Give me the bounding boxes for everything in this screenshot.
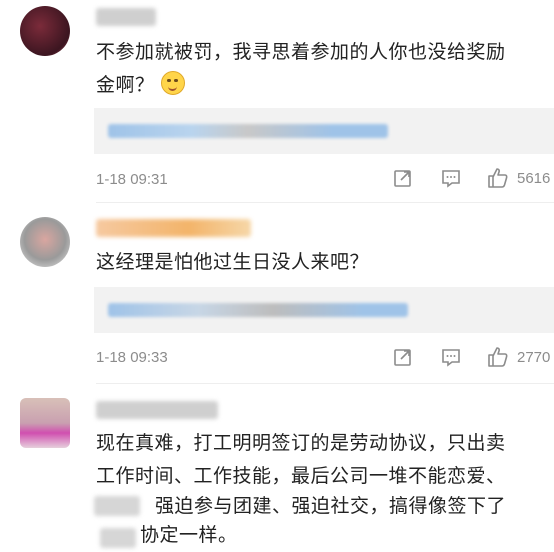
reply-preview[interactable] [94,287,554,333]
comment-text-line-4: 协定一样。 [140,525,238,546]
obscured-segment [100,528,136,548]
like-count: 2770 [517,348,551,366]
reply-preview[interactable] [94,108,554,154]
avatar[interactable] [20,217,70,267]
comment-text-line-1: 现在真难，打工明明签订的是劳动协议，只出卖 [96,433,506,454]
thumbs-up-icon [488,168,508,188]
comment-text: 不参加就被罚，我寻思着参加的人你也没给奖励 金啊？ [96,36,544,102]
username[interactable] [96,219,251,237]
reply-button[interactable] [441,347,461,367]
username[interactable] [96,8,156,26]
divider [96,202,554,203]
username[interactable] [96,401,218,419]
avatar[interactable] [20,398,70,448]
like-count: 5616 [517,169,551,187]
timestamp: 1-18 09:33 [96,349,168,366]
comment-text-line-1: 不参加就被罚，我寻思着参加的人你也没给奖励 [96,42,506,63]
comment-text-line-1: 这经理是怕他过生日没人来吧？ [96,252,370,273]
repost-button[interactable] [393,168,413,188]
repost-icon [394,170,411,187]
comment-text: 这经理是怕他过生日没人来吧？ [96,246,544,279]
thinking-face-icon [160,71,185,95]
comment-text: 现在真难，打工明明签订的是劳动协议，只出卖 工作时间、工作技能，最后公司一堆不能… [96,427,544,493]
repost-button[interactable] [393,347,413,367]
divider [96,383,554,384]
like-button[interactable]: 2770 [487,346,550,368]
comment-text-line-2: 工作时间、工作技能，最后公司一堆不能恋爱、 [96,466,506,487]
comment-text-line-2: 金啊？ [96,69,544,102]
comment-icon [442,349,460,367]
like-button[interactable]: 5616 [487,167,550,189]
obscured-segment [94,496,140,516]
reply-button[interactable] [441,168,461,188]
avatar[interactable] [20,6,70,56]
thumbs-up-icon [488,347,508,367]
repost-icon [394,349,411,366]
comment-text-cont: 协定一样。 [140,519,540,552]
comment-icon [442,170,460,188]
timestamp: 1-18 09:31 [96,171,168,188]
